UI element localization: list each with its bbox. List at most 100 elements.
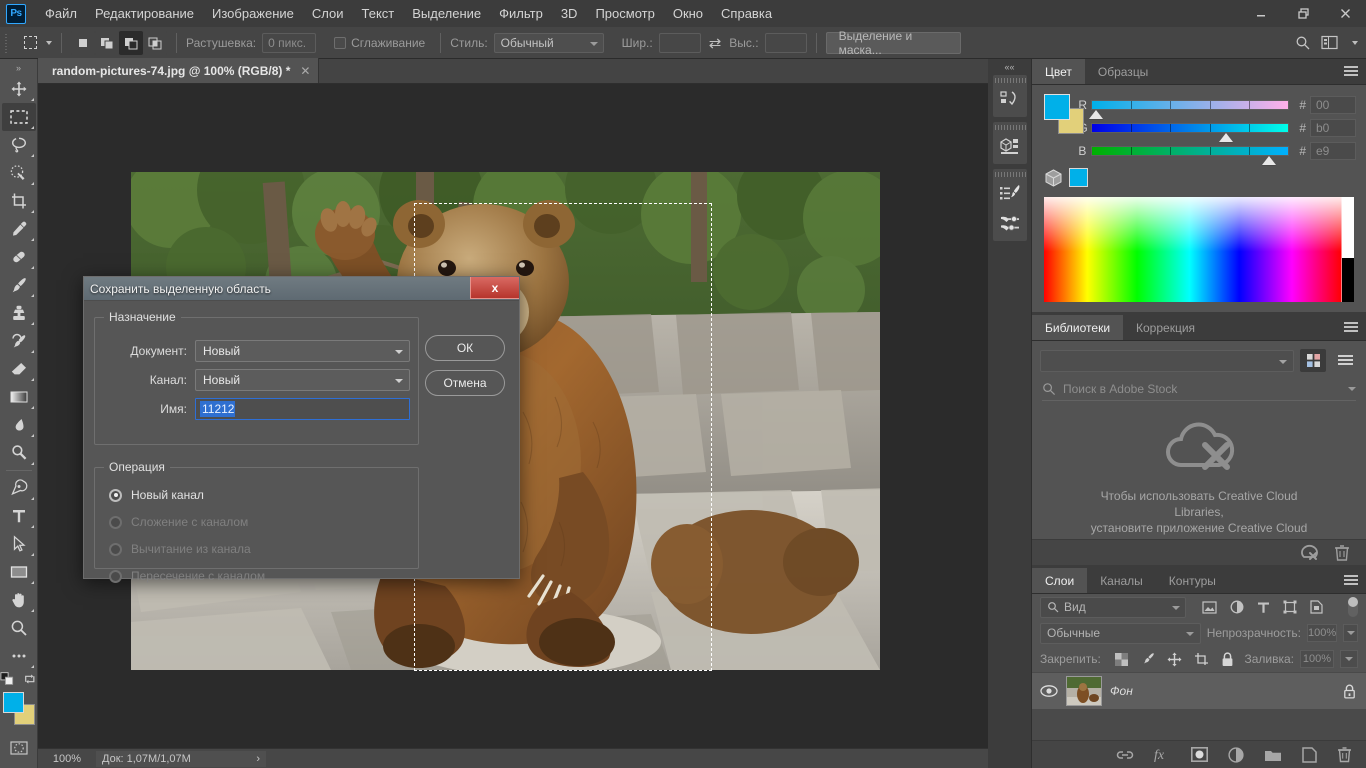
link-layers-icon[interactable]	[1116, 749, 1134, 761]
color-swatch-pair[interactable]	[1042, 93, 1084, 139]
layer-row-background[interactable]: Фон	[1032, 672, 1366, 710]
fill-stepper[interactable]	[1340, 650, 1358, 668]
new-layer-icon[interactable]	[1302, 746, 1317, 763]
color-cube-icon[interactable]	[1044, 168, 1063, 187]
3d-properties-icon[interactable]	[993, 131, 1027, 161]
layer-fx-icon[interactable]: fx	[1154, 746, 1171, 763]
rectangle-tool[interactable]	[2, 558, 36, 586]
toolbar-collapse-button[interactable]: »	[0, 61, 37, 75]
save-selection-dialog[interactable]: Сохранить выделенную область x Назначени…	[83, 276, 520, 583]
opacity-value[interactable]: 100%	[1307, 624, 1338, 642]
hand-tool[interactable]	[2, 586, 36, 614]
channel-select[interactable]: Новый	[195, 369, 410, 391]
filter-adjustment-icon[interactable]	[1230, 600, 1244, 614]
layers-list[interactable]: Фон	[1032, 672, 1366, 740]
lasso-tool[interactable]	[2, 131, 36, 159]
dialog-close-button[interactable]: x	[470, 277, 519, 299]
rail-collapse-button[interactable]: ««	[988, 59, 1031, 75]
tab-paths[interactable]: Контуры	[1155, 568, 1229, 593]
history-brush-tool[interactable]	[2, 327, 36, 355]
menu-bar[interactable]: Файл Редактирование Изображение Слои Тек…	[36, 0, 781, 27]
lock-transparency-icon[interactable]	[1114, 652, 1128, 666]
antialias-checkbox[interactable]	[334, 36, 347, 49]
layer-mask-icon[interactable]	[1191, 747, 1208, 762]
menu-text[interactable]: Текст	[353, 0, 404, 27]
panel-menu-icon[interactable]	[1344, 575, 1358, 587]
foreground-color-swatch[interactable]	[1044, 94, 1070, 120]
workspace-chevron-down-icon[interactable]	[1352, 40, 1358, 45]
healing-brush-tool[interactable]	[2, 243, 36, 271]
maximize-button[interactable]	[1282, 0, 1324, 27]
layer-name[interactable]: Фон	[1110, 684, 1133, 698]
foreground-color-swatch[interactable]	[2, 692, 24, 713]
delete-layer-icon[interactable]	[1337, 746, 1352, 763]
move-tool[interactable]	[2, 75, 36, 103]
status-expander-icon[interactable]: ›	[256, 753, 260, 765]
style-select[interactable]: Обычный	[493, 32, 604, 53]
slider-thumb-b[interactable]	[1262, 155, 1277, 165]
rail-grip[interactable]	[992, 75, 1027, 84]
pen-tool[interactable]	[2, 474, 36, 502]
menu-edit[interactable]: Редактирование	[86, 0, 203, 27]
cancel-button[interactable]: Отмена	[425, 370, 505, 396]
menu-layers[interactable]: Слои	[303, 0, 353, 27]
current-color-swatch[interactable]	[1069, 168, 1088, 187]
lock-position-icon[interactable]	[1167, 652, 1182, 667]
select-and-mask-button[interactable]: Выделение и маска...	[825, 29, 961, 57]
eraser-tool[interactable]	[2, 355, 36, 383]
tab-libraries[interactable]: Библиотеки	[1032, 315, 1124, 340]
lock-image-icon[interactable]	[1140, 652, 1155, 667]
dialog-title-bar[interactable]: Сохранить выделенную область x	[84, 277, 519, 301]
clone-stamp-tool[interactable]	[2, 299, 36, 327]
menu-help[interactable]: Справка	[712, 0, 781, 27]
brush-settings-icon[interactable]	[993, 208, 1027, 238]
white-block[interactable]	[1342, 197, 1354, 258]
menu-filter[interactable]: Фильтр	[490, 0, 552, 27]
menu-3d[interactable]: 3D	[552, 0, 587, 27]
rail-grip[interactable]	[992, 122, 1027, 131]
close-button[interactable]	[1324, 0, 1366, 27]
blur-tool[interactable]	[2, 411, 36, 439]
tab-color[interactable]: Цвет	[1032, 59, 1085, 84]
grid-view-button[interactable]	[1300, 349, 1326, 372]
brush-presets-icon[interactable]	[993, 178, 1027, 208]
height-input[interactable]	[764, 32, 807, 53]
crop-tool[interactable]	[2, 187, 36, 215]
color-spectrum-ramp[interactable]	[1044, 197, 1354, 302]
slider-track-g[interactable]	[1091, 122, 1290, 142]
hex-field-r[interactable]: 00	[1310, 95, 1356, 114]
lock-all-icon[interactable]	[1221, 651, 1234, 667]
history-actions-icon[interactable]	[993, 84, 1027, 114]
rail-group-history[interactable]	[992, 75, 1027, 117]
tool-preset-chevron-down-icon[interactable]	[46, 40, 52, 45]
name-input[interactable]: 11212	[195, 398, 410, 420]
search-input[interactable]: Поиск в Adobe Stock	[1063, 382, 1341, 396]
brush-tool[interactable]	[2, 271, 36, 299]
adjustment-layer-icon[interactable]	[1228, 746, 1244, 763]
default-colors-icon[interactable]	[0, 671, 14, 687]
path-selection-tool[interactable]	[2, 530, 36, 558]
trash-icon[interactable]	[1334, 544, 1350, 562]
options-bar-grip[interactable]	[3, 31, 12, 54]
adobe-stock-search[interactable]: Поиск в Adobe Stock	[1042, 378, 1356, 401]
gradient-tool[interactable]	[2, 383, 36, 411]
document-info[interactable]: Док: 1,07M/1,07M ›	[96, 750, 266, 767]
list-view-button[interactable]	[1332, 349, 1358, 372]
active-tool-preview[interactable]	[17, 31, 43, 55]
panel-menu-icon[interactable]	[1344, 322, 1358, 334]
zoom-tool[interactable]	[2, 614, 36, 642]
rectangular-marquee-tool[interactable]	[1, 103, 36, 131]
ok-button[interactable]: ОК	[425, 335, 505, 361]
feather-input[interactable]: 0 пикс.	[262, 32, 317, 53]
filter-shape-icon[interactable]	[1283, 600, 1297, 614]
library-select[interactable]	[1040, 349, 1294, 372]
sync-off-icon[interactable]	[1299, 544, 1318, 561]
type-tool[interactable]	[2, 502, 36, 530]
workspace-icon[interactable]	[1321, 35, 1339, 50]
menu-select[interactable]: Выделение	[403, 0, 490, 27]
menu-image[interactable]: Изображение	[203, 0, 303, 27]
radio-icon[interactable]	[109, 488, 122, 502]
width-input[interactable]	[658, 32, 701, 53]
filter-pixel-icon[interactable]	[1202, 600, 1217, 614]
slider-track-r[interactable]	[1089, 99, 1290, 119]
